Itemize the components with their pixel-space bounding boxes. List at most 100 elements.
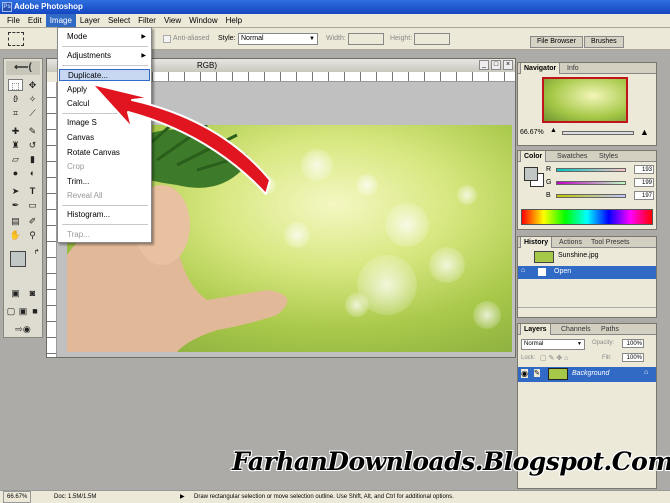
status-arrow-icon[interactable]: ▶ [180,491,185,503]
standard-mode-icon[interactable]: ▣ [8,287,23,299]
snapshot-name: Sunshine.jpg [558,252,599,259]
color-tab-row: Color Swatches Styles [518,151,656,162]
lock-icons[interactable]: ▢ ✎ ✥ ⌂ [540,354,568,362]
navigator-thumbnail[interactable] [542,77,628,123]
menu-view[interactable]: View [160,14,185,27]
menu-item-histogram[interactable]: Histogram... [67,209,149,221]
menu-help[interactable]: Help [222,14,246,27]
channel-b-slider[interactable] [556,194,626,198]
screen-mode-menu-icon[interactable]: ▣ [17,305,29,317]
history-brush-tool-icon[interactable]: ↺ [25,139,40,151]
submenu-arrow-icon: ▶ [141,53,146,59]
tab-navigator[interactable]: Navigator [520,63,561,74]
width-field[interactable] [348,33,384,45]
jump-to-imageready-icon[interactable]: ⇨◉ [8,323,38,335]
eraser-tool-icon[interactable]: ▱ [8,153,23,165]
hand-tool-icon[interactable]: ✋ [8,229,23,241]
path-selection-tool-icon[interactable]: ➤ [8,185,23,197]
history-state-row[interactable]: ⌂ Open [518,266,656,279]
menu-filter[interactable]: Filter [134,14,160,27]
height-field[interactable] [414,33,450,45]
blur-tool-icon[interactable]: ● [8,167,23,179]
move-tool-icon[interactable]: ✥ [25,79,40,91]
tab-paths[interactable]: Paths [598,324,622,335]
status-doc-size[interactable]: Doc: 1.5M/1.5M [54,491,96,503]
history-snapshot-row[interactable]: Sunshine.jpg [518,250,656,264]
layer-row-background[interactable]: ◉ ✎ Background ⌂ [518,367,656,382]
marquee-tool-preset-icon[interactable] [8,32,24,46]
menu-item-adjustments[interactable]: Adjustments ▶ [67,50,149,62]
menu-edit[interactable]: Edit [24,14,46,27]
opacity-value[interactable]: 100% [622,339,644,348]
lasso-tool-icon[interactable]: ϑ [8,93,23,105]
zoom-out-icon[interactable]: ▲ [550,127,557,134]
eyedropper-tool-icon[interactable]: ✐ [25,215,40,227]
color-palette: Color Swatches Styles R 193 G 199 B 197 [517,150,657,230]
menu-layer[interactable]: Layer [76,14,104,27]
foreground-color-swatch[interactable] [10,251,26,267]
menu-file[interactable]: File [3,14,24,27]
gradient-tool-icon[interactable]: ▮ [25,153,40,165]
color-spectrum-bar[interactable] [521,209,653,225]
pen-tool-icon[interactable]: ✒ [8,199,23,211]
clone-stamp-tool-icon[interactable]: ♜ [8,139,23,151]
brushes-tab[interactable]: Brushes [584,36,624,48]
tab-styles[interactable]: Styles [596,151,621,162]
dodge-tool-icon[interactable]: ◐ [25,167,40,179]
menu-item-mode[interactable]: Mode ▶ [67,31,149,43]
tab-layers[interactable]: Layers [520,324,551,335]
minimize-icon[interactable]: _ [479,60,489,70]
channel-r-slider[interactable] [556,168,626,172]
tab-history[interactable]: History [520,237,553,248]
screen-mode-full-icon[interactable]: ■ [29,305,41,317]
menu-image[interactable]: Image [45,14,76,27]
screen-mode-standard-icon[interactable]: ▢ [5,305,17,317]
zoom-tool-icon[interactable]: ⚲ [25,229,40,241]
status-zoom[interactable]: 66.67% [3,491,32,503]
swap-colors-icon[interactable]: ↱ [29,247,44,259]
menu-separator [62,224,148,225]
crop-tool-icon[interactable]: ⌗ [8,107,23,119]
magic-wand-tool-icon[interactable]: ✧ [25,93,40,105]
channel-r-label: R [546,166,552,173]
type-tool-icon[interactable]: T [25,185,40,197]
zoom-in-icon[interactable]: ▲ [640,127,649,137]
menu-window[interactable]: Window [185,14,221,27]
menu-select[interactable]: Select [104,14,134,27]
anti-aliased-checkbox[interactable] [163,35,171,43]
history-brush-source-icon[interactable]: ⌂ [521,267,525,274]
healing-brush-tool-icon[interactable]: ✚ [8,125,23,137]
adobe-online-icon[interactable]: ⟵( [6,61,40,75]
marquee-tool-icon[interactable]: ⬚ [8,79,23,91]
history-state-name: Open [554,268,572,275]
tab-color[interactable]: Color [520,151,547,162]
tab-swatches[interactable]: Swatches [554,151,590,162]
maximize-icon[interactable]: □ [491,60,501,70]
blend-mode-select[interactable]: Normal ▼ [521,339,585,350]
tab-actions[interactable]: Actions [556,237,585,248]
slice-tool-icon[interactable]: ⟋ [25,107,40,119]
tab-channels[interactable]: Channels [558,324,594,335]
color-foreground-swatch[interactable] [524,167,538,181]
close-icon[interactable]: × [503,60,513,70]
quick-mask-mode-icon[interactable]: ◙ [25,287,40,299]
submenu-arrow-icon: ▶ [141,34,146,40]
channel-g-slider[interactable] [556,181,626,185]
brush-tool-icon[interactable]: ✎ [25,125,40,137]
layer-visibility-eye-icon[interactable]: ◉ [521,369,528,378]
notes-tool-icon[interactable]: ▤ [8,215,23,227]
file-browser-tab[interactable]: File Browser [530,36,583,48]
fill-value[interactable]: 100% [622,353,644,362]
navigator-zoom-slider[interactable] [562,131,634,135]
channel-g-value[interactable]: 199 [634,178,654,187]
style-select[interactable]: Normal ▼ [238,33,318,45]
shape-tool-icon[interactable]: ▭ [25,199,40,211]
channel-b-value[interactable]: 197 [634,191,654,200]
layer-lock-icon: ⌂ [644,369,649,376]
channel-r-value[interactable]: 193 [634,165,654,174]
tab-tool-presets[interactable]: Tool Presets [588,237,633,248]
vertical-ruler[interactable] [47,82,57,357]
layer-name: Background [572,370,610,377]
menu-separator [62,205,148,206]
tab-info[interactable]: Info [564,63,582,74]
